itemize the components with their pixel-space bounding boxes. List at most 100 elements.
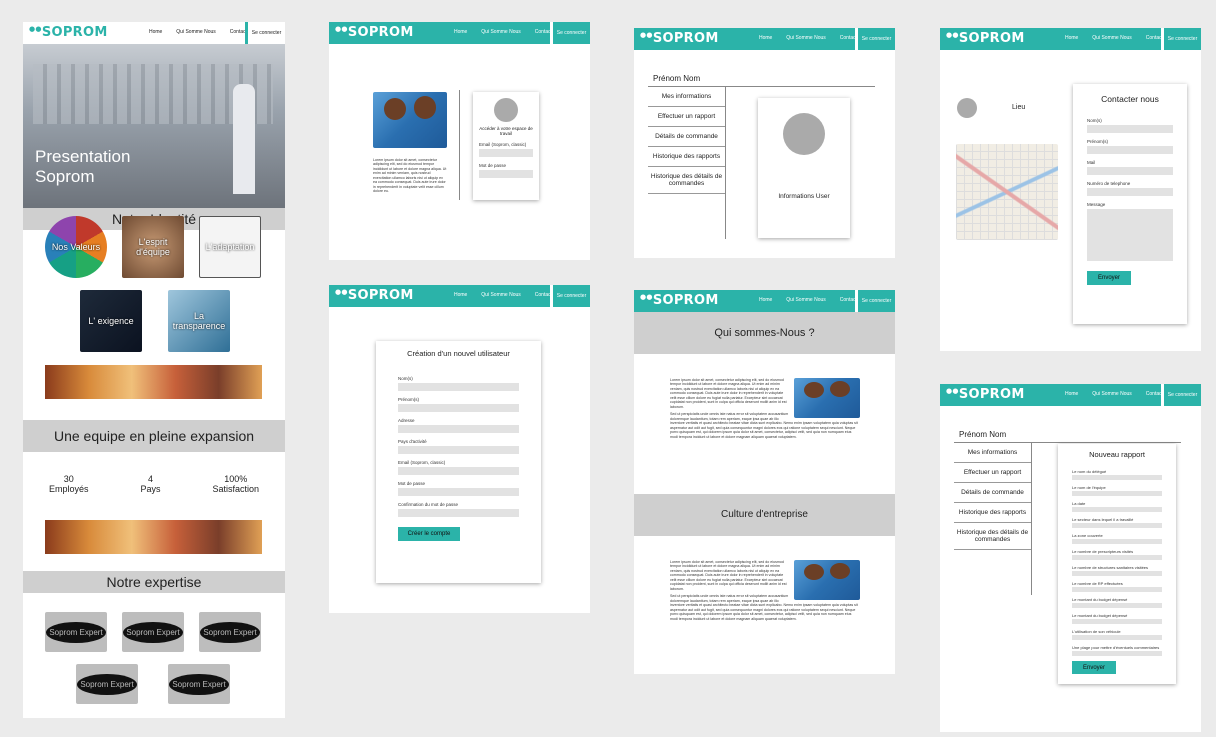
send-report-button[interactable]: Envoyer — [1072, 661, 1116, 674]
transparency-tile[interactable]: La transparence — [168, 290, 230, 352]
divider — [459, 90, 460, 200]
logo[interactable]: ●●SOPROM — [640, 31, 719, 46]
nav-about-link[interactable]: Qui Somme Nous — [481, 29, 520, 35]
nav-home-link[interactable]: Home — [454, 292, 467, 298]
input-lastname[interactable] — [1087, 125, 1173, 133]
user-info-card: Informations User — [758, 98, 850, 238]
adaptation-tile[interactable]: L'adaptation — [199, 216, 261, 278]
report-field-input[interactable] — [1072, 507, 1162, 512]
label-country: Pays d'activité — [398, 439, 427, 444]
expert-tile-4[interactable]: Soprom Expert — [76, 664, 138, 704]
team-photo — [794, 378, 860, 418]
report-field-input[interactable] — [1072, 635, 1162, 640]
location-pin — [957, 98, 977, 118]
login-button[interactable]: Se connecter — [855, 290, 895, 312]
logo[interactable]: ●●SOPROM — [29, 25, 108, 40]
report-field-input[interactable] — [1072, 555, 1162, 560]
logo[interactable]: ●●SOPROM — [946, 31, 1025, 46]
report-field-input[interactable] — [1072, 491, 1162, 496]
home-page-frame: ●●SOPROM Home Qui Somme Nous Contact Se … — [23, 22, 285, 718]
input-lastname[interactable] — [398, 383, 519, 391]
input-address[interactable] — [398, 425, 519, 433]
menu-order-history[interactable]: Historique des détails de commandes — [954, 523, 1031, 550]
report-field-input[interactable] — [1072, 571, 1162, 576]
input-email[interactable] — [398, 467, 519, 475]
nav-home-link[interactable]: Home — [149, 29, 162, 35]
login-button[interactable]: Se connecter — [550, 22, 590, 44]
report-field-input[interactable] — [1072, 587, 1162, 592]
input-firstname[interactable] — [398, 404, 519, 412]
report-field-input[interactable] — [1072, 475, 1162, 480]
nav-home-link[interactable]: Home — [1065, 391, 1078, 397]
contact-page-frame: ●●SOPROM Home Qui Somme Nous Contact Se … — [940, 28, 1201, 351]
report-field-input[interactable] — [1072, 651, 1162, 656]
nav-about-link[interactable]: Qui Somme Nous — [176, 29, 215, 35]
signup-title: Création d'un nouvel utilisateur — [407, 349, 510, 358]
nav-home-link[interactable]: Home — [454, 29, 467, 35]
nav-about-link[interactable]: Qui Somme Nous — [481, 292, 520, 298]
menu-make-report[interactable]: Effectuer un rapport — [954, 463, 1031, 483]
login-button[interactable]: Se connecter — [550, 285, 590, 307]
menu-order-history[interactable]: Historique des détails de commandes — [648, 167, 725, 194]
login-button[interactable]: Se connecter — [245, 22, 285, 44]
report-field-label: La zone couverte — [1072, 533, 1103, 538]
map[interactable] — [956, 144, 1058, 240]
report-field-input[interactable] — [1072, 619, 1162, 624]
report-field-input[interactable] — [1072, 523, 1162, 528]
nav-about-link[interactable]: Qui Somme Nous — [786, 297, 825, 303]
input-message[interactable] — [1087, 209, 1173, 261]
nav-about-link[interactable]: Qui Somme Nous — [786, 35, 825, 41]
logo[interactable]: ●●SOPROM — [946, 387, 1025, 402]
expert-tile-5[interactable]: Soprom Expert — [168, 664, 230, 704]
report-field-label: Le nombre de prescripteurs visités — [1072, 549, 1134, 554]
report-field-label: Le nom du délégué — [1072, 469, 1107, 474]
menu-report-history[interactable]: Historique des rapports — [954, 503, 1031, 523]
exigence-tile[interactable]: L' exigence — [80, 290, 142, 352]
send-button[interactable]: Envoyer — [1087, 271, 1131, 285]
expert-tile-2[interactable]: Soprom Expert — [122, 612, 184, 652]
logo[interactable]: ●●SOPROM — [640, 293, 719, 308]
login-card: Accéder à votre espace de travail Email … — [473, 92, 539, 200]
login-button[interactable]: Se connecter — [1161, 384, 1201, 406]
report-field-label: Le nombre de RP effectuées — [1072, 581, 1123, 586]
nav-bar: ●●SOPROM Home Qui Somme Nous Contact Se … — [329, 22, 590, 44]
input-mail[interactable] — [1087, 167, 1173, 175]
team-spirit-tile[interactable]: L'esprit d'équipe — [122, 216, 184, 278]
input-firstname[interactable] — [1087, 146, 1173, 154]
avatar — [494, 98, 518, 122]
input-phone[interactable] — [1087, 188, 1173, 196]
input-password[interactable] — [398, 488, 519, 496]
menu-my-info[interactable]: Mes informations — [648, 87, 725, 107]
menu-order-details[interactable]: Détails de commande — [954, 483, 1031, 503]
menu-report-history[interactable]: Historique des rapports — [648, 147, 725, 167]
login-button[interactable]: Se connecter — [855, 28, 895, 50]
about-section-1: Lorem ipsum dolor sit amet, consectetur … — [670, 378, 860, 439]
logo[interactable]: ●●SOPROM — [335, 25, 414, 40]
label-address: Adresse — [398, 418, 415, 423]
login-button[interactable]: Se connecter — [1161, 28, 1201, 50]
nav-about-link[interactable]: Qui Somme Nous — [1092, 35, 1131, 41]
create-account-button[interactable]: Créer le compte — [398, 527, 460, 541]
email-field[interactable] — [479, 149, 533, 157]
report-field-input[interactable] — [1072, 539, 1162, 544]
input-password-confirm[interactable] — [398, 509, 519, 517]
label-password: Mot de passe — [398, 481, 426, 486]
password-field[interactable] — [479, 170, 533, 178]
hands-banner — [45, 365, 262, 399]
values-tile[interactable]: Nos Valeurs — [45, 216, 107, 278]
menu-order-details[interactable]: Détails de commande — [648, 127, 725, 147]
menu-my-info[interactable]: Mes informations — [954, 443, 1031, 463]
nav-home-link[interactable]: Home — [759, 297, 772, 303]
input-country[interactable] — [398, 446, 519, 454]
nav-bar: ●●SOPROM Home Qui Somme Nous Contact Se … — [634, 28, 895, 50]
expert-tile-1[interactable]: Soprom Expert — [45, 612, 107, 652]
logo[interactable]: ●●SOPROM — [335, 288, 414, 303]
avatar — [783, 113, 825, 155]
report-field-label: Une plage pour mettre d'éventuels commen… — [1072, 645, 1160, 650]
expert-tile-3[interactable]: Soprom Expert — [199, 612, 261, 652]
nav-home-link[interactable]: Home — [759, 35, 772, 41]
menu-make-report[interactable]: Effectuer un rapport — [648, 107, 725, 127]
report-field-input[interactable] — [1072, 603, 1162, 608]
nav-home-link[interactable]: Home — [1065, 35, 1078, 41]
nav-about-link[interactable]: Qui Somme Nous — [1092, 391, 1131, 397]
